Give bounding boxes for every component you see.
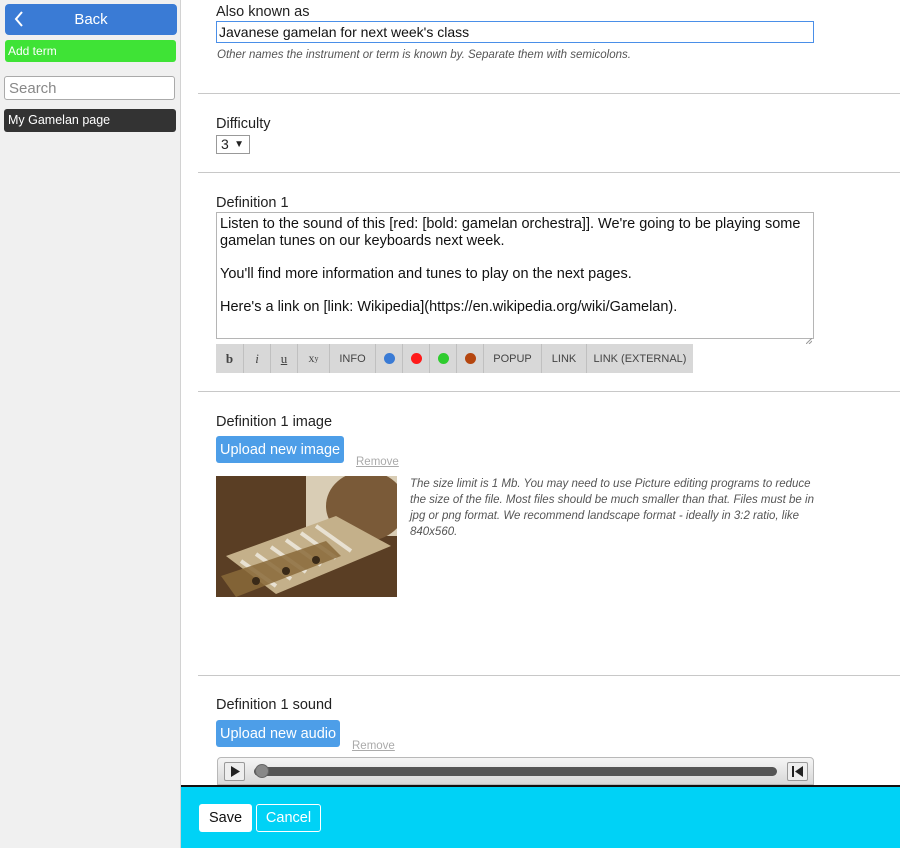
green-dot-icon [437, 353, 449, 364]
color-brown-button[interactable] [457, 344, 484, 373]
main-content: Also known as Javanese gamelan for next … [181, 0, 900, 785]
superscript-button[interactable]: xy [298, 344, 330, 373]
also-known-as-input[interactable]: Javanese gamelan for next week's class [216, 21, 814, 43]
back-button-label: Back [74, 11, 108, 28]
color-blue-button[interactable] [376, 344, 403, 373]
also-known-as-label: Also known as [216, 4, 310, 20]
divider [198, 93, 900, 94]
audio-scrubber-handle[interactable] [255, 764, 269, 778]
difficulty-select[interactable]: 3 ▼ [216, 135, 250, 154]
color-red-button[interactable] [403, 344, 430, 373]
brown-dot-icon [464, 353, 476, 364]
divider [198, 391, 900, 392]
image-hint: The size limit is 1 Mb. You may need to … [410, 478, 814, 538]
underline-button[interactable]: u [271, 344, 298, 373]
popup-button[interactable]: POPUP [484, 344, 542, 373]
definition-textarea[interactable]: Listen to the sound of this [red: [bold:… [216, 212, 814, 339]
link-button[interactable]: LINK [542, 344, 587, 373]
red-dot-icon [410, 353, 422, 364]
back-button[interactable]: Back [5, 4, 177, 35]
link-external-button[interactable]: LINK (EXTERNAL) [587, 344, 693, 373]
info-button[interactable]: INFO [330, 344, 376, 373]
definition-label: Definition 1 [216, 195, 289, 211]
dropdown-arrow-icon: ▼ [234, 139, 244, 150]
search-input[interactable] [4, 76, 175, 100]
remove-audio-link[interactable]: Remove [352, 740, 395, 752]
skip-to-start-icon [792, 766, 803, 777]
italic-button[interactable]: i [244, 344, 271, 373]
play-icon [231, 766, 240, 777]
blue-dot-icon [383, 353, 395, 364]
superscript-exponent: y [314, 354, 319, 363]
divider [198, 172, 900, 173]
rewind-button[interactable] [787, 762, 808, 781]
sound-section-label: Definition 1 sound [216, 697, 333, 713]
play-button[interactable] [224, 762, 245, 781]
audio-progress-track[interactable] [254, 767, 777, 776]
sidebar: Back Add term My Gamelan page [0, 0, 181, 848]
upload-image-button[interactable]: Upload new image [216, 436, 345, 463]
resize-handle-icon[interactable] [805, 331, 813, 345]
save-button[interactable]: Save [199, 804, 252, 832]
bold-button[interactable]: b [216, 344, 244, 373]
also-known-as-hint: Other names the instrument or term is kn… [217, 49, 631, 61]
image-section-label: Definition 1 image [216, 414, 333, 430]
cancel-button[interactable]: Cancel [256, 804, 321, 832]
definition-image [216, 476, 397, 597]
difficulty-label: Difficulty [216, 116, 271, 132]
remove-image-link[interactable]: Remove [356, 456, 399, 468]
sidebar-item-my-gamelan-page[interactable]: My Gamelan page [4, 109, 176, 132]
upload-audio-button[interactable]: Upload new audio [216, 720, 341, 747]
formatting-toolbar: b i u xy INFO POPUP LINK LINK (EXTERNAL) [216, 344, 693, 373]
footer-bar: Save Cancel [181, 785, 900, 848]
audio-player [217, 757, 814, 785]
color-green-button[interactable] [430, 344, 457, 373]
chevron-left-icon [14, 11, 23, 27]
divider [198, 675, 900, 676]
difficulty-value: 3 [221, 136, 229, 152]
add-term-button[interactable]: Add term [5, 40, 176, 62]
